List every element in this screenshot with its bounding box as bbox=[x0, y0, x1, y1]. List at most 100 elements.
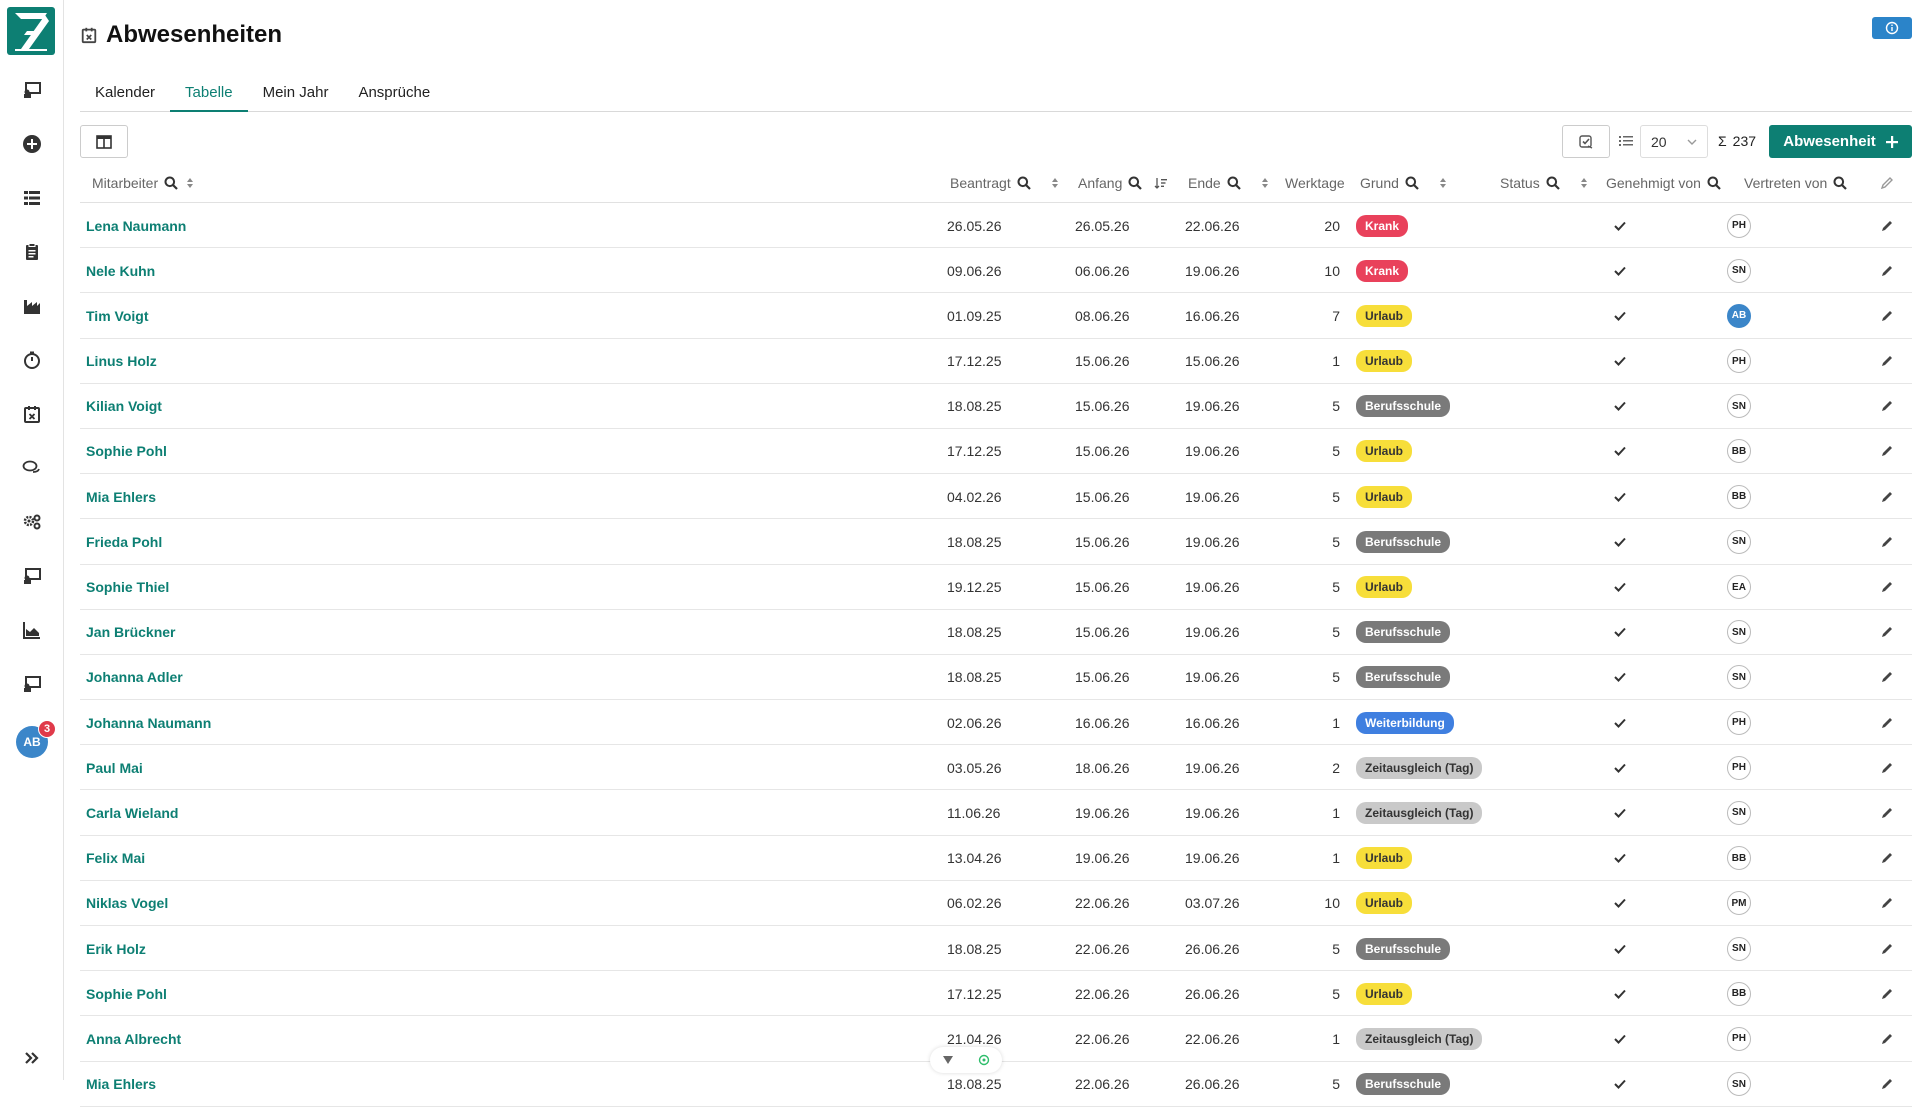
edit-cell[interactable] bbox=[1880, 474, 1894, 519]
tab-kalender[interactable]: Kalender bbox=[80, 80, 170, 112]
pencil-icon[interactable] bbox=[1880, 354, 1894, 368]
employee-name-link[interactable]: Anna Albrecht bbox=[86, 1016, 181, 1061]
employee-name-link[interactable]: Tim Voigt bbox=[86, 293, 148, 338]
table-row[interactable]: Frieda Pohl 18.08.25 15.06.26 19.06.26 5… bbox=[80, 519, 1912, 565]
table-row[interactable]: Nele Kuhn 09.06.26 06.06.26 19.06.26 10 … bbox=[80, 248, 1912, 294]
pencil-icon[interactable] bbox=[1880, 670, 1894, 684]
add-circle-icon[interactable] bbox=[18, 130, 46, 158]
pencil-icon[interactable] bbox=[1880, 851, 1894, 865]
employee-name-link[interactable]: Nele Kuhn bbox=[86, 248, 155, 293]
employee-name-link[interactable]: Carla Wieland bbox=[86, 790, 178, 835]
table-row[interactable]: Kilian Voigt 18.08.25 15.06.26 19.06.26 … bbox=[80, 384, 1912, 429]
clipboard-icon[interactable] bbox=[18, 238, 46, 266]
edit-cell[interactable] bbox=[1880, 836, 1894, 881]
employee-name-link[interactable]: Sophie Pohl bbox=[86, 429, 167, 474]
col-anfang[interactable]: Anfang bbox=[1078, 163, 1168, 203]
edit-cell[interactable] bbox=[1880, 293, 1894, 338]
table-row[interactable]: Mia Ehlers 04.02.26 15.06.26 19.06.26 5 … bbox=[80, 474, 1912, 520]
pencil-icon[interactable] bbox=[1880, 490, 1894, 504]
pencil-icon[interactable] bbox=[1880, 444, 1894, 458]
col-genehmigt-von[interactable]: Genehmigt von bbox=[1606, 163, 1721, 203]
col-status[interactable]: Status bbox=[1500, 163, 1590, 203]
employee-name-link[interactable]: Lena Naumann bbox=[86, 203, 186, 248]
employee-name-link[interactable]: Sophie Thiel bbox=[86, 565, 169, 610]
sort-icon[interactable] bbox=[1437, 176, 1449, 190]
employee-name-link[interactable]: Linus Holz bbox=[86, 339, 157, 384]
employee-name-link[interactable]: Johanna Naumann bbox=[86, 700, 211, 745]
edit-cell[interactable] bbox=[1880, 339, 1894, 384]
search-icon[interactable] bbox=[1227, 176, 1241, 190]
col-grund[interactable]: Grund bbox=[1360, 163, 1449, 203]
add-absence-button[interactable]: Abwesenheit bbox=[1769, 125, 1912, 158]
table-row[interactable]: Niklas Vogel 06.02.26 22.06.26 03.07.26 … bbox=[80, 881, 1912, 926]
edit-cell[interactable] bbox=[1880, 565, 1894, 610]
calendar-x-icon[interactable] bbox=[18, 400, 46, 428]
pencil-icon[interactable] bbox=[1880, 309, 1894, 323]
info-button[interactable] bbox=[1872, 17, 1912, 39]
table-row[interactable]: Johanna Naumann 02.06.26 16.06.26 16.06.… bbox=[80, 700, 1912, 746]
employee-name-link[interactable]: Niklas Vogel bbox=[86, 881, 168, 926]
edit-cell[interactable] bbox=[1880, 384, 1894, 429]
edit-cell[interactable] bbox=[1880, 1016, 1894, 1061]
edit-cell[interactable] bbox=[1880, 1062, 1894, 1107]
search-icon[interactable] bbox=[1546, 176, 1560, 190]
table-row[interactable]: Felix Mai 13.04.26 19.06.26 19.06.26 1 U… bbox=[80, 836, 1912, 881]
sort-icon[interactable] bbox=[184, 176, 196, 190]
employee-name-link[interactable]: Mia Ehlers bbox=[86, 474, 156, 519]
edit-cell[interactable] bbox=[1880, 745, 1894, 790]
settings-gears-icon[interactable] bbox=[18, 508, 46, 536]
employee-name-link[interactable]: Kilian Voigt bbox=[86, 384, 162, 429]
pencil-icon[interactable] bbox=[1880, 264, 1894, 278]
presentation-icon-2[interactable] bbox=[18, 562, 46, 590]
pencil-icon[interactable] bbox=[1880, 896, 1894, 910]
employee-name-link[interactable]: Paul Mai bbox=[86, 745, 143, 790]
table-row[interactable]: Sophie Pohl 17.12.25 22.06.26 26.06.26 5… bbox=[80, 971, 1912, 1017]
tab-tabelle[interactable]: Tabelle bbox=[170, 80, 248, 112]
table-row[interactable]: Carla Wieland 11.06.26 19.06.26 19.06.26… bbox=[80, 790, 1912, 836]
pencil-icon[interactable] bbox=[1880, 1077, 1894, 1091]
sort-icon[interactable] bbox=[1049, 176, 1061, 190]
comments-icon[interactable] bbox=[18, 454, 46, 482]
table-row[interactable]: Paul Mai 03.05.26 18.06.26 19.06.26 2 Ze… bbox=[80, 745, 1912, 791]
pencil-icon[interactable] bbox=[1880, 942, 1894, 956]
edit-cell[interactable] bbox=[1880, 429, 1894, 474]
col-werktage[interactable]: Werktage bbox=[1285, 163, 1345, 203]
presentation-icon[interactable] bbox=[18, 76, 46, 104]
edit-cell[interactable] bbox=[1880, 971, 1894, 1016]
table-row[interactable]: Sophie Pohl 17.12.25 15.06.26 19.06.26 5… bbox=[80, 429, 1912, 475]
table-row[interactable]: Linus Holz 17.12.25 15.06.26 15.06.26 1 … bbox=[80, 339, 1912, 384]
edit-cell[interactable] bbox=[1880, 655, 1894, 700]
tab-ansprueche[interactable]: Ansprüche bbox=[343, 80, 445, 112]
pencil-icon[interactable] bbox=[1880, 219, 1894, 233]
pencil-icon[interactable] bbox=[1880, 580, 1894, 594]
search-icon[interactable] bbox=[1833, 176, 1848, 190]
table-row[interactable]: Jan Brückner 18.08.25 15.06.26 19.06.26 … bbox=[80, 610, 1912, 655]
edit-cell[interactable] bbox=[1880, 248, 1894, 293]
edit-cell[interactable] bbox=[1880, 790, 1894, 835]
column-toggle-button[interactable] bbox=[80, 125, 128, 158]
edit-cell[interactable] bbox=[1880, 926, 1894, 971]
search-icon[interactable] bbox=[1405, 176, 1419, 190]
pencil-icon[interactable] bbox=[1880, 806, 1894, 820]
search-icon[interactable] bbox=[1017, 176, 1031, 190]
pencil-icon[interactable] bbox=[1880, 625, 1894, 639]
chart-area-icon[interactable] bbox=[18, 616, 46, 644]
pencil-icon[interactable] bbox=[1880, 1032, 1894, 1046]
presentation-icon-3[interactable] bbox=[18, 670, 46, 698]
employee-name-link[interactable]: Felix Mai bbox=[86, 836, 145, 881]
tab-mein-jahr[interactable]: Mein Jahr bbox=[248, 80, 344, 112]
table-row[interactable]: Sophie Thiel 19.12.25 15.06.26 19.06.26 … bbox=[80, 565, 1912, 610]
industry-icon[interactable] bbox=[18, 292, 46, 320]
employee-name-link[interactable]: Jan Brückner bbox=[86, 610, 175, 655]
table-row[interactable]: Lena Naumann 26.05.26 26.05.26 22.06.26 … bbox=[80, 203, 1912, 249]
edit-cell[interactable] bbox=[1880, 610, 1894, 655]
search-icon[interactable] bbox=[1128, 176, 1143, 190]
table-row[interactable]: Johanna Adler 18.08.25 15.06.26 19.06.26… bbox=[80, 655, 1912, 701]
employee-name-link[interactable]: Sophie Pohl bbox=[86, 971, 167, 1016]
expand-sidebar-icon[interactable] bbox=[18, 1044, 46, 1072]
table-row[interactable]: Erik Holz 18.08.25 22.06.26 26.06.26 5 B… bbox=[80, 926, 1912, 972]
edit-cell[interactable] bbox=[1880, 881, 1894, 926]
app-logo[interactable] bbox=[7, 7, 55, 55]
col-vertreten-von[interactable]: Vertreten von bbox=[1744, 163, 1848, 203]
page-size-select[interactable]: 20 bbox=[1640, 125, 1708, 158]
